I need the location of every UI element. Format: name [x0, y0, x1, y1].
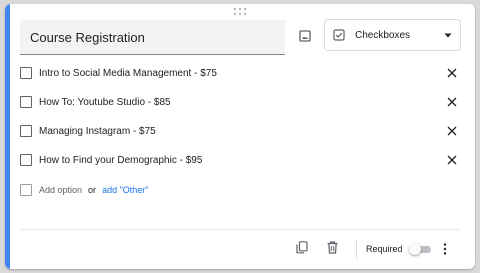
required-label: Required — [366, 244, 403, 254]
or-text: or — [88, 185, 97, 195]
duplicate-button[interactable] — [293, 238, 311, 256]
image-icon — [299, 30, 311, 42]
option-checkbox — [20, 184, 32, 196]
add-option-row: Add option or add "Other" — [20, 182, 148, 198]
toggle-knob — [409, 243, 421, 255]
add-option-input[interactable]: Add option — [39, 185, 82, 195]
option-row: How to Find your Demographic - $95 — [20, 150, 460, 170]
option-row: Managing Instagram - $75 — [20, 121, 460, 141]
footer-separator — [356, 239, 357, 259]
close-icon — [447, 155, 457, 165]
option-label-input[interactable]: How To: Youtube Studio - $85 — [39, 97, 444, 108]
option-row: How To: Youtube Studio - $85 — [20, 92, 460, 112]
question-card[interactable]: Course Registration Checkboxes Intro to … — [5, 4, 475, 269]
delete-button[interactable] — [323, 238, 341, 256]
add-image-button[interactable] — [294, 25, 316, 47]
more-options-button[interactable] — [440, 240, 450, 258]
footer-divider — [20, 229, 460, 230]
add-other-link[interactable]: add "Other" — [102, 185, 148, 195]
option-label-input[interactable]: Managing Instagram - $75 — [39, 126, 444, 137]
close-icon — [447, 126, 457, 136]
remove-option-button[interactable] — [444, 123, 460, 139]
checkbox-icon — [333, 29, 345, 41]
trash-icon — [327, 240, 337, 254]
caret-down-icon — [444, 33, 452, 37]
question-title-input[interactable]: Course Registration — [20, 20, 285, 55]
option-checkbox — [20, 154, 32, 166]
question-type-dropdown[interactable]: Checkboxes — [324, 19, 461, 51]
more-vert-icon — [443, 243, 447, 255]
close-icon — [447, 97, 457, 107]
option-checkbox — [20, 96, 32, 108]
option-checkbox — [20, 67, 32, 79]
drag-handle-icon[interactable] — [234, 8, 248, 16]
copy-icon — [296, 240, 308, 253]
active-accent-bar — [5, 4, 10, 269]
option-label-input[interactable]: Intro to Social Media Management - $75 — [39, 68, 444, 79]
option-checkbox — [20, 125, 32, 137]
option-row: Intro to Social Media Management - $75 — [20, 63, 460, 83]
remove-option-button[interactable] — [444, 94, 460, 110]
remove-option-button[interactable] — [444, 65, 460, 81]
option-label-input[interactable]: How to Find your Demographic - $95 — [39, 155, 444, 166]
question-type-label: Checkboxes — [355, 29, 411, 41]
close-icon — [447, 68, 457, 78]
remove-option-button[interactable] — [444, 152, 460, 168]
required-toggle[interactable] — [409, 243, 431, 255]
question-title-text: Course Registration — [30, 29, 145, 45]
